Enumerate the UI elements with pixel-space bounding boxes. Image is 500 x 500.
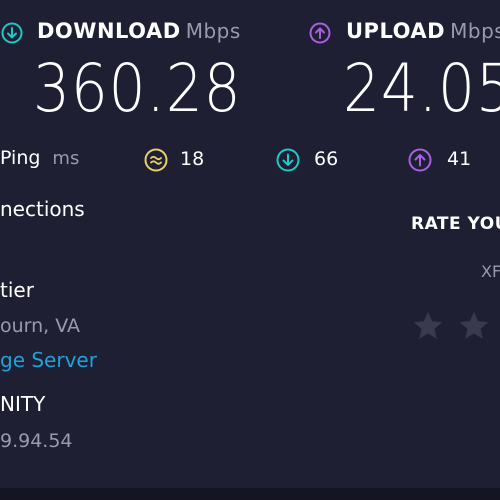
- change-server-link[interactable]: ge Server: [0, 348, 97, 372]
- client-isp-label: NITY: [0, 392, 46, 416]
- download-speed-value: 360.28: [33, 50, 242, 127]
- idle-latency-icon: [144, 148, 168, 172]
- server-isp-name: tier: [0, 278, 34, 302]
- ping-unit: ms: [52, 148, 80, 169]
- server-location: ourn, VA: [0, 315, 81, 337]
- upload-latency-icon: [408, 148, 432, 172]
- upload-label: UPLOAD: [346, 19, 446, 43]
- connections-label[interactable]: nections: [0, 197, 85, 221]
- rating-star-1-icon[interactable]: [411, 309, 445, 343]
- upload-unit: Mbps: [450, 19, 500, 43]
- download-label: DOWNLOAD: [37, 19, 181, 43]
- provider-name-partial: XF: [481, 262, 500, 281]
- rating-star-2-icon[interactable]: [457, 309, 491, 343]
- client-ip-address: 9.94.54: [0, 430, 73, 452]
- bottom-bar: [0, 488, 500, 500]
- upload-speed-value: 24.05: [343, 50, 500, 127]
- download-header: DOWNLOAD Mbps: [37, 19, 241, 43]
- upload-header: UPLOAD Mbps: [346, 19, 500, 43]
- idle-latency-value: 18: [180, 148, 205, 170]
- ping-label: Ping: [0, 147, 41, 169]
- upload-arrow-icon: [309, 22, 331, 44]
- rate-your-provider-label: RATE YOU: [411, 214, 500, 234]
- download-latency-icon: [276, 148, 300, 172]
- download-latency-value: 66: [314, 148, 339, 170]
- ping-row-label: Ping ms: [0, 147, 79, 169]
- upload-latency-value: 41: [447, 148, 472, 170]
- download-arrow-icon: [1, 22, 23, 44]
- download-unit: Mbps: [185, 19, 241, 43]
